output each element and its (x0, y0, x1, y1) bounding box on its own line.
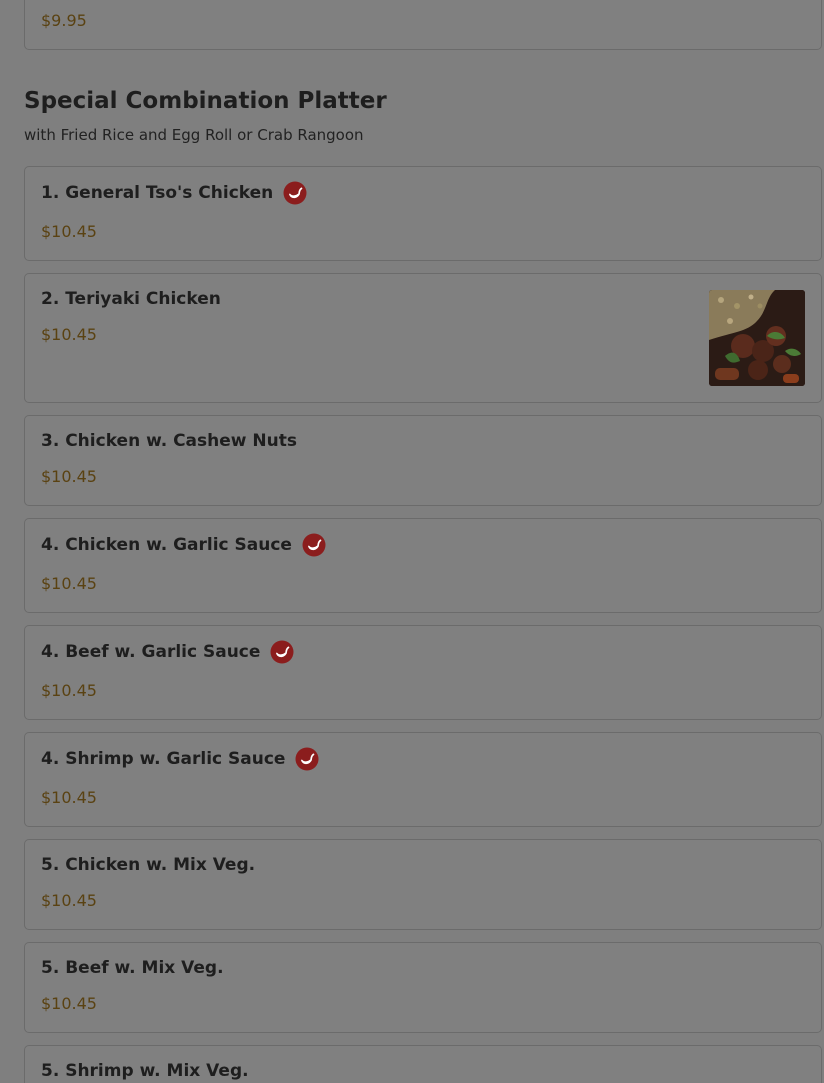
menu-item-name: 3. Chicken w. Cashew Nuts (41, 431, 297, 451)
menu-item-price: $10.45 (41, 994, 97, 1013)
menu-item-card[interactable]: 4. Beef w. Garlic Sauce $10.45 (24, 625, 822, 720)
menu-item-card[interactable]: 5. Shrimp w. Mix Veg. (24, 1045, 822, 1083)
menu-item-card[interactable]: 5. Beef w. Mix Veg. $10.45 (24, 942, 822, 1033)
menu-item-price: $10.45 (41, 325, 97, 344)
menu-item-title: 1. General Tso's Chicken (41, 181, 307, 205)
spicy-icon (270, 640, 294, 664)
menu-item-name: 1. General Tso's Chicken (41, 183, 274, 203)
menu-item-name: 5. Beef w. Mix Veg. (41, 958, 224, 978)
menu-item-name: 5. Chicken w. Mix Veg. (41, 855, 256, 875)
menu-item-title: 4. Shrimp w. Garlic Sauce (41, 747, 319, 771)
menu-item-title: 3. Chicken w. Cashew Nuts (41, 431, 297, 451)
menu-item-price: $9.95 (41, 11, 87, 30)
menu-item-price: $10.45 (41, 681, 97, 700)
menu-item-card[interactable]: 1. General Tso's Chicken $10.45 (24, 166, 822, 261)
menu-item-price: $10.45 (41, 788, 97, 807)
menu-item-name: 4. Shrimp w. Garlic Sauce (41, 749, 286, 769)
menu-item-title: 4. Chicken w. Garlic Sauce (41, 533, 326, 557)
menu-item-title: 5. Shrimp w. Mix Veg. (41, 1061, 249, 1081)
menu-item-price: $10.45 (41, 222, 97, 241)
menu-item-price: $10.45 (41, 574, 97, 593)
menu-item-title: 5. Beef w. Mix Veg. (41, 958, 224, 978)
spicy-icon (295, 747, 319, 771)
menu-item-card-previous[interactable]: $9.95 (24, 0, 822, 50)
spicy-icon (302, 533, 326, 557)
menu-item-name: 4. Chicken w. Garlic Sauce (41, 535, 292, 555)
menu-item-card[interactable]: 3. Chicken w. Cashew Nuts $10.45 (24, 415, 822, 506)
menu-item-name: 2. Teriyaki Chicken (41, 289, 221, 309)
menu-item-price: $10.45 (41, 891, 97, 910)
menu-item-card[interactable]: 4. Shrimp w. Garlic Sauce $10.45 (24, 732, 822, 827)
menu-item-name: 5. Shrimp w. Mix Veg. (41, 1061, 249, 1081)
menu-item-image[interactable] (709, 290, 805, 386)
menu-item-card[interactable]: 2. Teriyaki Chicken $10.45 (24, 273, 822, 403)
menu-item-price: $10.45 (41, 467, 97, 486)
menu-item-name: 4. Beef w. Garlic Sauce (41, 642, 261, 662)
menu-item-card[interactable]: 4. Chicken w. Garlic Sauce $10.45 (24, 518, 822, 613)
menu-item-title: 2. Teriyaki Chicken (41, 289, 221, 309)
menu-item-card[interactable]: 5. Chicken w. Mix Veg. $10.45 (24, 839, 822, 930)
menu-item-title: 4. Beef w. Garlic Sauce (41, 640, 294, 664)
section-subtitle: with Fried Rice and Egg Roll or Crab Ran… (24, 126, 364, 144)
spicy-icon (283, 181, 307, 205)
menu-item-title: 5. Chicken w. Mix Veg. (41, 855, 255, 875)
section-title: Special Combination Platter (24, 88, 387, 114)
